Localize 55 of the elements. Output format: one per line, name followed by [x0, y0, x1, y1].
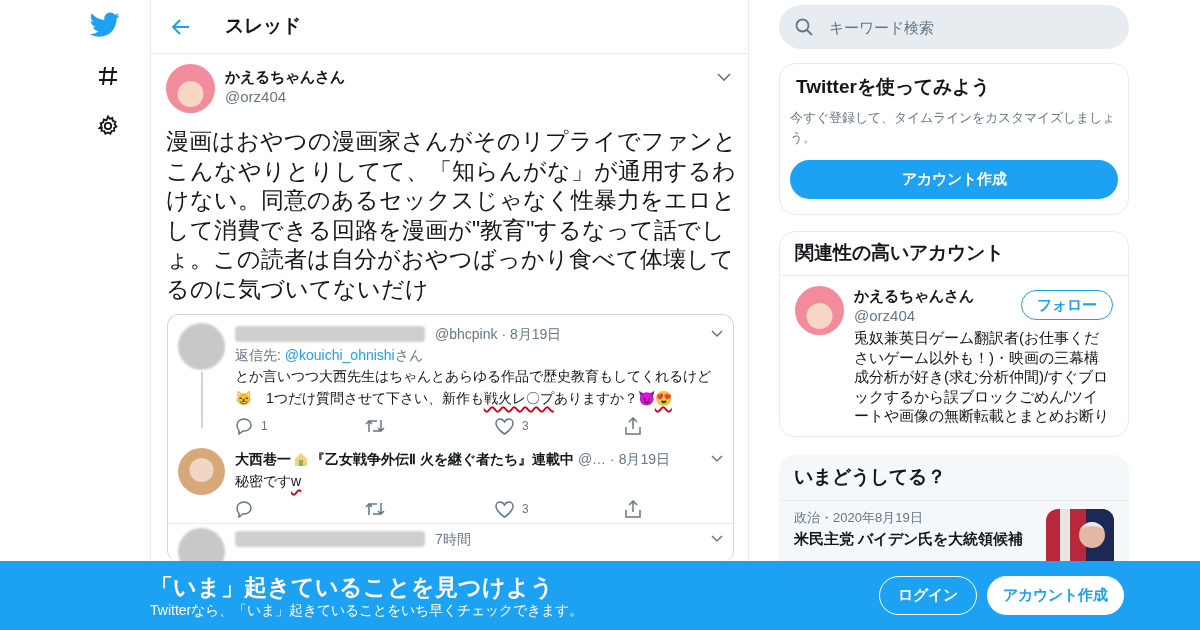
avatar[interactable] — [795, 286, 844, 335]
page-title: スレッド — [225, 14, 301, 39]
tweet-text: 漫画はおやつの漫画家さんがそのリプライでファンとこんなやりとりしてて、「知らんがな」が通用するわけない。同意のあるセックスじゃなく性暴力をエロとして消費できる回路を漫画が"教育"するなって話でしょ。この読者は自分がおやつばっかり食べて体壊してるのに気づいてないだけ — [166, 127, 738, 304]
trend-headline[interactable]: 米民主党 バイデン氏を大統領候補 — [794, 528, 1036, 549]
card-text: 今すぐ登録して、タイムラインをカスタマイズしましょう。 — [790, 109, 1116, 147]
account-handle[interactable]: @orz404 — [854, 306, 974, 326]
bird-icon[interactable] — [90, 12, 120, 38]
author-title[interactable]: 『乙女戦争外伝Ⅱ 火を継ぐ者たち』連載中 — [311, 448, 574, 470]
heart-icon[interactable] — [495, 417, 514, 435]
search-icon — [795, 18, 813, 36]
create-account-button[interactable]: アカウント作成 — [987, 576, 1124, 615]
like-count: 3 — [522, 501, 529, 518]
chevron-down-icon[interactable] — [711, 455, 723, 463]
chevron-down-icon[interactable] — [711, 330, 723, 338]
blurred-avatar — [178, 528, 225, 562]
chevron-down-icon[interactable] — [711, 535, 723, 543]
account-bio: 兎奴兼英日ゲーム翻訳者(お仕事くださいゲーム以外も！)・映画の三幕構成分析が好き(求む分析仲間)/すぐブロックするから誤ブロックごめん/ツイートや画像の無断転載とまとめお断り — [854, 328, 1110, 426]
retweet-icon[interactable] — [365, 501, 385, 517]
reply-context: 返信先: @kouichi_ohnishi さん — [235, 346, 424, 365]
retweet-icon[interactable] — [365, 418, 385, 434]
reply-icon[interactable] — [235, 500, 253, 518]
author-name[interactable]: かえるちゃんさん — [225, 67, 345, 87]
settings-icon[interactable] — [96, 114, 120, 138]
like-count: 3 — [522, 418, 529, 435]
avatar[interactable] — [166, 64, 215, 113]
card-title: Twitterを使ってみよう — [795, 75, 991, 99]
author-name[interactable]: 大西巷一 — [235, 448, 291, 470]
share-icon[interactable] — [625, 500, 641, 518]
banner-title: 「いま」起きていることを見つけよう — [150, 572, 555, 601]
heart-icon[interactable] — [495, 500, 514, 518]
share-icon[interactable] — [625, 417, 641, 435]
trend-meta: 政治・2020年8月19日 — [794, 508, 924, 527]
reply-count: 1 — [261, 418, 268, 435]
banner-subtitle: Twitterなら、「いま」起きていることをいち早くチェックできます。 — [150, 600, 584, 619]
house-icon — [293, 452, 309, 466]
chevron-down-icon[interactable] — [717, 72, 731, 82]
tweet-text: 秘密ですw — [235, 472, 303, 491]
search-field[interactable]: キーワード検索 — [779, 5, 1129, 49]
tweet-text: とか言いつつ大西先生はちゃんとあらゆる作品で歴史教育もしてくれるけど😸 1つだけ質問させて下さい、新作も戦火レ〇プありますか？😈😍 — [235, 367, 712, 408]
blurred-avatar — [178, 323, 225, 370]
tweet-time[interactable]: · 8月19日 — [501, 323, 562, 345]
author-handle[interactable]: @… — [577, 448, 607, 470]
embedded-screenshot[interactable]: @bhcpink · 8月19日 返信先: @kouichi_ohnishi さん とか言いつつ大西先生はちゃんとあらゆる作品で歴史教育もしてくれるけど😸 1つだけ質問させて下さい、新作も戦火レ〇プありますか？😈😍 1 3 大西巷一 『乙女戦争外伝Ⅱ 火を継ぐ者たち』連載中 @… · 8月19日 秘密ですw 3 7時間 — [167, 314, 734, 562]
create-account-button[interactable]: アカウント作成 — [790, 160, 1118, 199]
author-handle[interactable]: @orz404 — [225, 87, 345, 107]
back-arrow-icon[interactable] — [171, 17, 191, 36]
author-handle[interactable]: @bhcpink — [435, 323, 498, 345]
account-name[interactable]: かえるちゃんさん — [854, 286, 974, 306]
card-title: 関連性の高いアカウント — [780, 232, 1128, 276]
mention-link[interactable]: @kouichi_ohnishi — [284, 347, 395, 363]
reply-icon[interactable] — [235, 417, 253, 435]
tweet-time[interactable]: · 8月19日 — [610, 448, 671, 470]
hashtag-icon[interactable] — [96, 64, 120, 88]
tweet-time[interactable]: 7時間 — [435, 528, 471, 550]
card-title: いまどうしてる？ — [779, 454, 1129, 501]
